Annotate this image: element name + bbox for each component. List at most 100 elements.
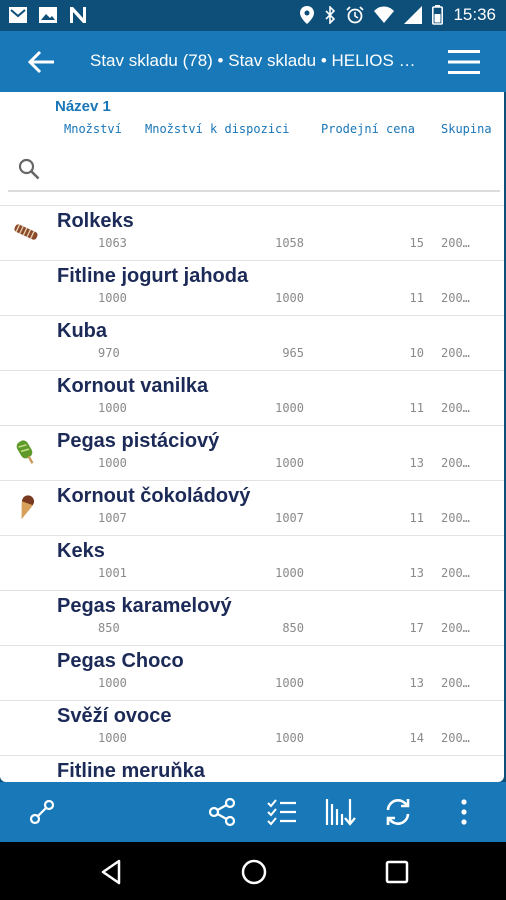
item-quantity: 1000: [98, 401, 127, 415]
item-price: 14: [409, 731, 424, 745]
item-quantity: 1000: [98, 676, 127, 690]
list-item[interactable]: Pegas karamelový 850 850 17 200…: [0, 590, 504, 645]
n-app-notification-icon: [70, 7, 86, 23]
list-item[interactable]: Rolkeks 1063 1058 15 200…: [0, 205, 504, 260]
item-available: 1000: [275, 566, 304, 580]
item-name: Pegas Choco: [57, 650, 184, 672]
search-input[interactable]: [8, 150, 500, 192]
more-vert-icon[interactable]: [448, 796, 480, 828]
item-group: 200…: [441, 456, 470, 470]
item-quantity: 1000: [98, 731, 127, 745]
list-item[interactable]: Kornout čokoládový 1007 1007 11 200…: [0, 480, 504, 535]
status-bar: 15:36: [0, 0, 506, 31]
item-quantity: 970: [98, 346, 120, 360]
item-available: 1000: [275, 456, 304, 470]
item-group: 200…: [441, 401, 470, 415]
list-item[interactable]: Svěží ovoce 1000 1000 14 200…: [0, 700, 504, 755]
column-header-available[interactable]: Množství k dispozici: [145, 122, 290, 136]
mail-notification-icon: [9, 7, 27, 23]
item-name: Pegas pistáciový: [57, 430, 220, 452]
item-quantity: 850: [98, 621, 120, 635]
item-price: 13: [409, 566, 424, 580]
item-available: 850: [282, 621, 304, 635]
item-group: 200…: [441, 621, 470, 635]
item-name: Kuba: [57, 320, 107, 342]
item-group: 200…: [441, 511, 470, 525]
column-header-quantity[interactable]: Množství: [64, 122, 122, 136]
item-name: Kornout vanilka: [57, 375, 209, 397]
list-item[interactable]: Keks 1001 1000 13 200…: [0, 535, 504, 590]
ice-cream-bar-icon: [12, 438, 40, 466]
item-available: 1000: [275, 676, 304, 690]
item-group: 200…: [441, 236, 470, 250]
column-header-name[interactable]: Název 1: [55, 98, 111, 115]
list-item[interactable]: Fitline meruňka: [0, 755, 504, 782]
relations-icon[interactable]: [26, 796, 58, 828]
item-group: 200…: [441, 731, 470, 745]
item-name: Fitline jogurt jahoda: [57, 265, 249, 287]
item-price: 11: [409, 401, 424, 415]
list-item[interactable]: Pegas pistáciový 1000 1000 13 200…: [0, 425, 504, 480]
item-name: Keks: [57, 540, 105, 562]
item-quantity: 1001: [98, 566, 127, 580]
item-name: Kornout čokoládový: [57, 485, 251, 507]
alarm-icon: [346, 6, 365, 24]
hamburger-menu-icon[interactable]: [448, 49, 480, 75]
battery-icon: [432, 5, 444, 25]
search-icon: [18, 158, 40, 180]
column-header-price[interactable]: Prodejní cena: [321, 122, 415, 136]
item-available: 1058: [275, 236, 304, 250]
item-price: 17: [409, 621, 424, 635]
system-nav-bar: [0, 842, 506, 900]
column-header-group[interactable]: Skupina: [441, 122, 492, 136]
list-item[interactable]: Fitline jogurt jahoda 1000 1000 11 200…: [0, 260, 504, 315]
item-group: 200…: [441, 346, 470, 360]
item-quantity: 1000: [98, 456, 127, 470]
item-available: 965: [282, 346, 304, 360]
item-name: Rolkeks: [57, 210, 134, 232]
item-group: 200…: [441, 676, 470, 690]
refresh-icon[interactable]: [382, 796, 414, 828]
list-item[interactable]: Kuba 970 965 10 200…: [0, 315, 504, 370]
nav-home-icon[interactable]: [240, 858, 268, 886]
app-bar: Stav skladu (78) • Stav skladu • HELIOS …: [0, 31, 506, 92]
item-available: 1007: [275, 511, 304, 525]
bluetooth-icon: [325, 6, 336, 24]
clock: 15:36: [453, 5, 496, 24]
image-notification-icon: [39, 7, 57, 23]
item-name: Svěží ovoce: [57, 705, 172, 727]
nav-recents-icon[interactable]: [383, 858, 411, 886]
item-available: 1000: [275, 291, 304, 305]
location-icon: [300, 6, 315, 24]
ice-cream-cone-icon: [12, 493, 40, 521]
sort-icon[interactable]: [324, 796, 356, 828]
stock-list: Rolkeks 1063 1058 15 200… Fitline jogurt jaho…: [0, 205, 504, 782]
item-price: 13: [409, 456, 424, 470]
item-price: 13: [409, 676, 424, 690]
item-price: 11: [409, 511, 424, 525]
bottom-toolbar: [0, 782, 506, 842]
signal-icon: [404, 6, 423, 24]
item-name: Pegas karamelový: [57, 595, 232, 617]
back-arrow-icon[interactable]: [26, 47, 56, 77]
item-quantity: 1063: [98, 236, 127, 250]
item-available: 1000: [275, 401, 304, 415]
page-title: Stav skladu (78) • Stav skladu • HELIOS …: [90, 51, 420, 70]
item-group: 200…: [441, 566, 470, 580]
item-available: 1000: [275, 731, 304, 745]
item-price: 11: [409, 291, 424, 305]
wafer-roll-icon: [12, 218, 40, 246]
item-group: 200…: [441, 291, 470, 305]
stock-list-card: Název 1 Množství Množství k dispozici Pr…: [0, 92, 504, 782]
checklist-icon[interactable]: [266, 796, 298, 828]
share-icon[interactable]: [206, 796, 238, 828]
list-item[interactable]: Pegas Choco 1000 1000 13 200…: [0, 645, 504, 700]
wifi-icon: [374, 6, 395, 23]
item-quantity: 1007: [98, 511, 127, 525]
item-price: 10: [409, 346, 424, 360]
nav-back-icon[interactable]: [98, 858, 126, 886]
item-name: Fitline meruňka: [57, 760, 205, 782]
list-item[interactable]: Kornout vanilka 1000 1000 11 200…: [0, 370, 504, 425]
item-price: 15: [409, 236, 424, 250]
item-quantity: 1000: [98, 291, 127, 305]
